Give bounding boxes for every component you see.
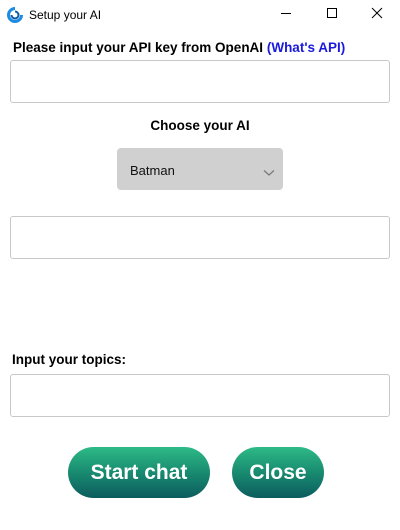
api-key-label-text: Please input your API key from OpenAI bbox=[13, 40, 264, 55]
api-key-field[interactable] bbox=[10, 60, 390, 103]
window-close-button[interactable] bbox=[354, 0, 400, 30]
api-key-label: Please input your API key from OpenAI (W… bbox=[13, 40, 345, 55]
app-logo-icon bbox=[7, 7, 23, 23]
title-bar: Setup your AI bbox=[0, 0, 400, 30]
topics-input[interactable] bbox=[11, 375, 389, 416]
minimize-button[interactable] bbox=[263, 0, 309, 30]
ai-select[interactable]: Batman bbox=[117, 148, 283, 190]
ai-select-value: Batman bbox=[130, 163, 175, 178]
topics-label: Input your topics: bbox=[12, 352, 126, 367]
choose-ai-label: Choose your AI bbox=[150, 118, 250, 133]
window-title: Setup your AI bbox=[29, 8, 102, 22]
close-icon bbox=[371, 6, 383, 24]
maximize-icon bbox=[326, 6, 338, 24]
chevron-down-icon bbox=[263, 164, 275, 182]
minimize-icon bbox=[280, 6, 292, 24]
close-button[interactable]: Close bbox=[232, 447, 324, 498]
api-key-input[interactable] bbox=[11, 61, 389, 102]
extra-input[interactable] bbox=[11, 217, 389, 258]
extra-input-field[interactable] bbox=[10, 216, 390, 259]
start-chat-button[interactable]: Start chat bbox=[68, 447, 210, 498]
whats-api-link[interactable]: (What's API) bbox=[267, 40, 345, 55]
topics-field[interactable] bbox=[10, 374, 390, 417]
maximize-button[interactable] bbox=[309, 0, 355, 30]
